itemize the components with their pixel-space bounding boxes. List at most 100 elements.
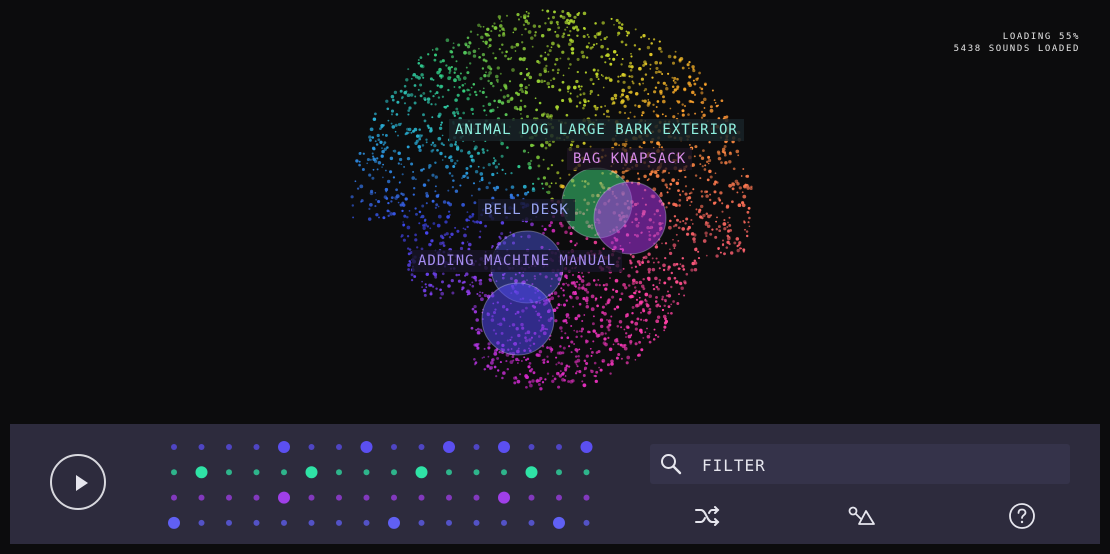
sound-point[interactable] (531, 187, 535, 191)
sound-point[interactable] (555, 57, 559, 62)
sound-point[interactable] (649, 68, 652, 70)
sound-point[interactable] (629, 68, 633, 72)
sound-point[interactable] (633, 286, 637, 289)
sound-point[interactable] (571, 273, 575, 277)
sound-point[interactable] (390, 113, 394, 116)
sound-point[interactable] (565, 313, 570, 317)
sound-point[interactable] (623, 111, 627, 115)
sound-point[interactable] (466, 176, 470, 180)
sound-point[interactable] (679, 263, 682, 266)
sound-point[interactable] (585, 361, 589, 366)
sound-point[interactable] (419, 83, 423, 87)
sound-point[interactable] (540, 143, 544, 148)
sound-point[interactable] (673, 247, 676, 249)
sound-point[interactable] (617, 21, 621, 25)
sound-point[interactable] (400, 97, 404, 100)
sound-point[interactable] (594, 114, 597, 117)
sound-point[interactable] (717, 225, 721, 229)
sound-point[interactable] (380, 126, 383, 129)
sound-point[interactable] (486, 149, 489, 152)
sound-point[interactable] (600, 74, 603, 76)
sound-point[interactable] (661, 308, 665, 312)
sound-point[interactable] (513, 376, 517, 380)
sound-point[interactable] (704, 222, 708, 226)
sequencer-step[interactable] (446, 494, 452, 501)
sound-point[interactable] (635, 298, 639, 301)
sound-point[interactable] (416, 246, 419, 249)
sound-point[interactable] (391, 98, 395, 102)
sound-point[interactable] (555, 306, 559, 310)
sound-point[interactable] (498, 24, 503, 28)
sound-point[interactable] (600, 331, 604, 336)
sound-point[interactable] (391, 125, 396, 129)
sound-point[interactable] (747, 221, 750, 224)
sound-point[interactable] (506, 94, 510, 98)
sound-point[interactable] (721, 239, 725, 242)
sequencer-step-active[interactable] (525, 466, 538, 479)
sound-point[interactable] (418, 222, 421, 225)
sound-point[interactable] (717, 197, 721, 200)
sound-point[interactable] (638, 328, 643, 333)
sound-point[interactable] (548, 338, 551, 341)
sound-point[interactable] (615, 289, 619, 293)
sound-point[interactable] (557, 26, 561, 30)
sound-point[interactable] (659, 61, 662, 65)
sound-point[interactable] (352, 216, 355, 219)
sound-point[interactable] (482, 58, 486, 62)
sound-point[interactable] (572, 291, 575, 294)
sound-point[interactable] (505, 50, 508, 54)
sequencer-step-active[interactable] (498, 491, 510, 504)
sound-point[interactable] (421, 144, 425, 147)
sound-point[interactable] (371, 152, 374, 155)
sound-point[interactable] (614, 278, 619, 283)
sound-point[interactable] (491, 172, 495, 177)
sequencer-step[interactable] (198, 519, 205, 526)
sound-point[interactable] (487, 163, 491, 167)
sound-point[interactable] (478, 235, 482, 239)
sound-point[interactable] (451, 185, 455, 189)
sound-point[interactable] (630, 266, 633, 269)
sound-point[interactable] (641, 261, 645, 264)
sound-point[interactable] (665, 206, 668, 209)
sound-point[interactable] (740, 175, 743, 177)
sound-point[interactable] (610, 315, 613, 318)
sound-point[interactable] (423, 119, 427, 123)
sound-point[interactable] (570, 351, 573, 354)
sound-point[interactable] (422, 224, 425, 227)
sound-point[interactable] (642, 336, 645, 339)
sound-point[interactable] (597, 78, 600, 81)
sound-point[interactable] (701, 165, 704, 168)
sound-point[interactable] (482, 40, 485, 43)
sound-point[interactable] (469, 164, 473, 168)
sound-point[interactable] (499, 361, 502, 364)
sound-point[interactable] (649, 172, 653, 176)
sound-point[interactable] (576, 34, 579, 38)
sound-point[interactable] (614, 97, 617, 100)
sound-point[interactable] (537, 164, 541, 168)
sound-point[interactable] (597, 349, 601, 354)
sound-point[interactable] (662, 99, 666, 104)
sound-point[interactable] (741, 203, 746, 208)
sound-point[interactable] (665, 294, 668, 297)
sound-point[interactable] (699, 177, 702, 180)
sound-point[interactable] (423, 219, 427, 222)
sound-point[interactable] (551, 228, 556, 233)
sound-point[interactable] (498, 350, 501, 354)
sound-point[interactable] (600, 44, 604, 49)
sound-point[interactable] (439, 151, 443, 156)
sound-point[interactable] (569, 231, 573, 236)
sound-point[interactable] (529, 383, 533, 388)
sound-point[interactable] (390, 122, 393, 125)
sound-point[interactable] (487, 355, 490, 358)
sound-point[interactable] (672, 238, 674, 241)
sound-point[interactable] (705, 160, 709, 164)
sound-point[interactable] (693, 261, 698, 265)
sound-point[interactable] (709, 232, 713, 236)
sound-point[interactable] (444, 155, 447, 158)
sound-point[interactable] (369, 158, 372, 161)
sound-point[interactable] (642, 141, 646, 145)
sound-point[interactable] (562, 289, 565, 292)
sound-point[interactable] (372, 168, 375, 171)
sound-point[interactable] (678, 293, 680, 296)
sound-point[interactable] (702, 113, 706, 118)
